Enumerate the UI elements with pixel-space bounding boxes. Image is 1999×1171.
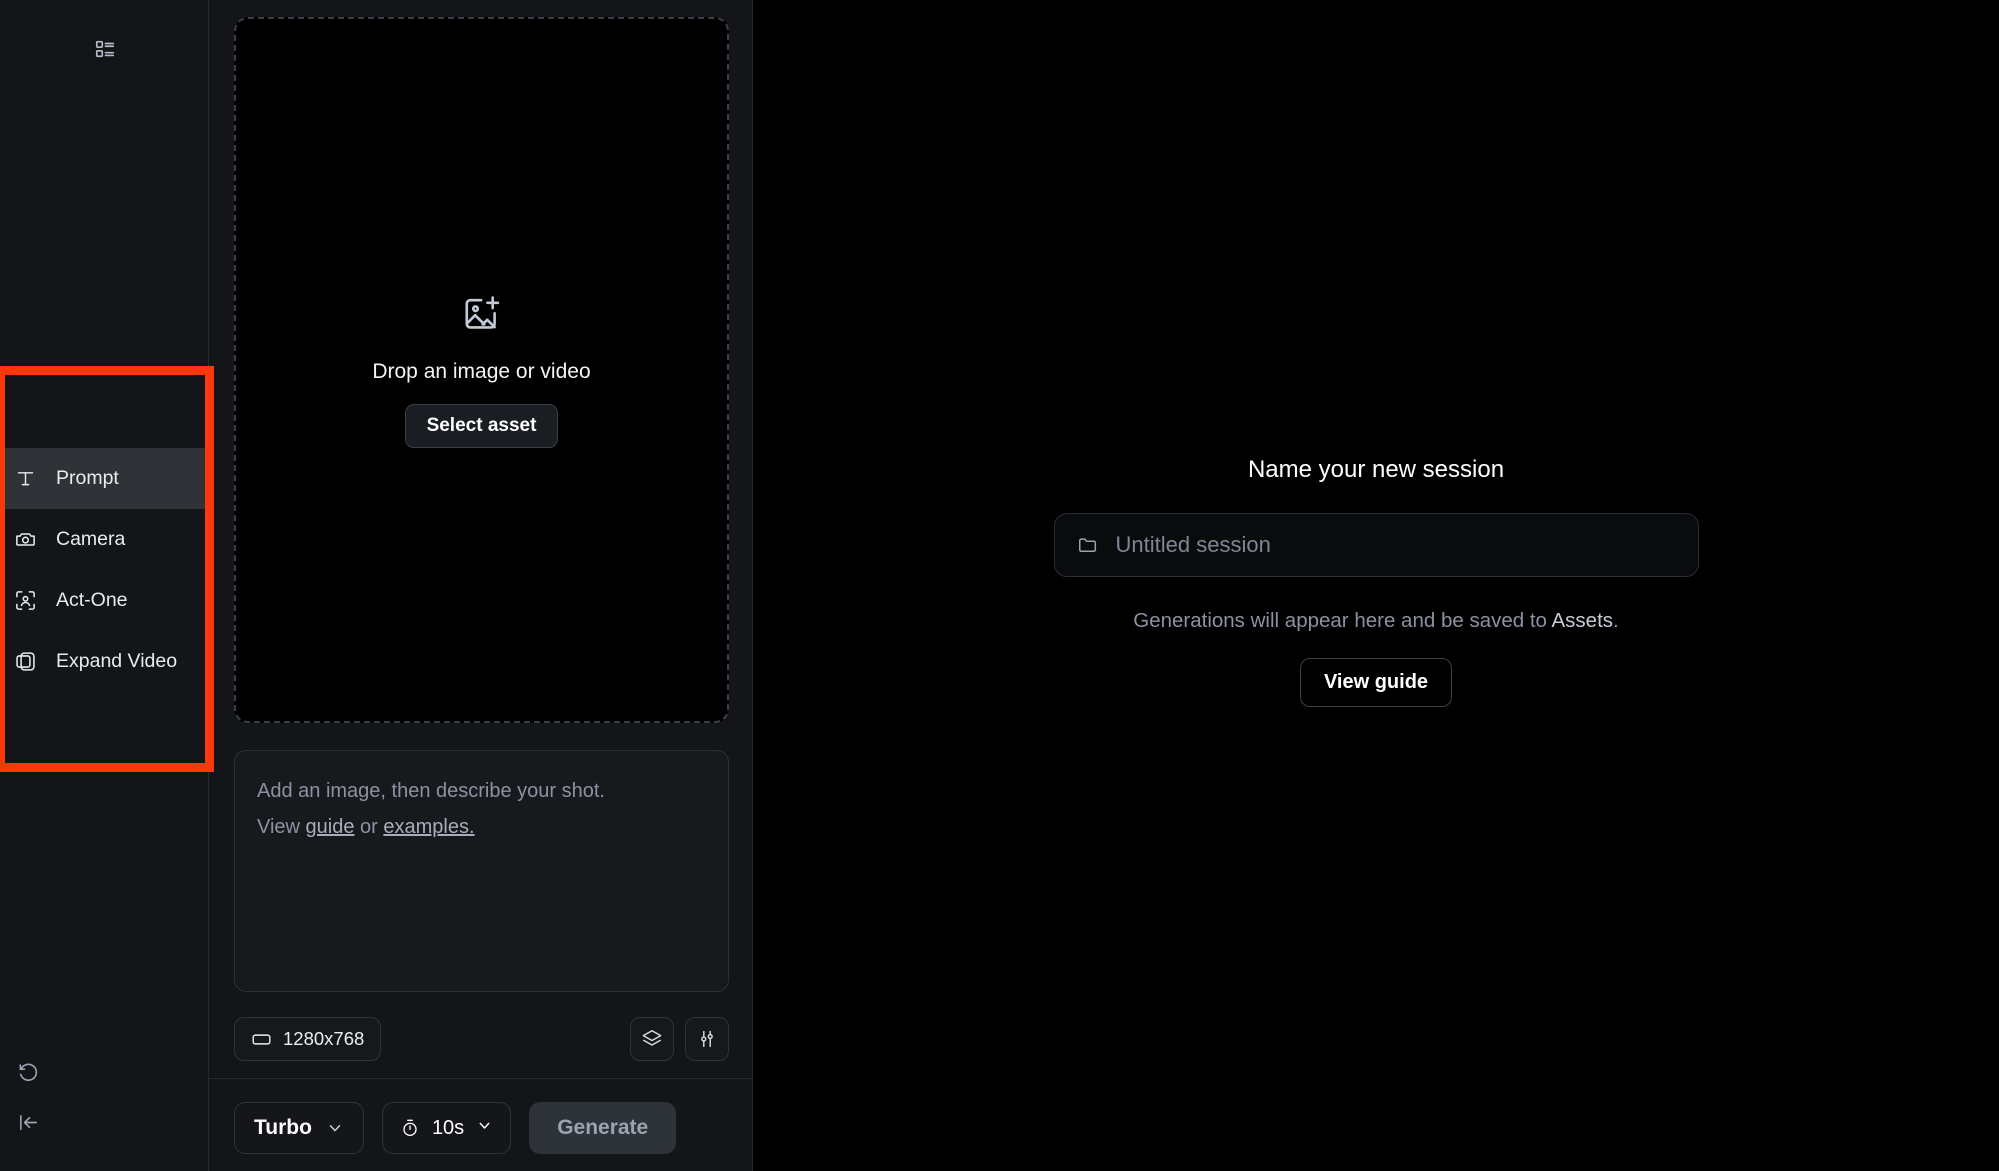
prompt-input[interactable]: Add an image, then describe your shot. V… xyxy=(234,750,729,992)
text-icon xyxy=(12,466,38,492)
sidebar-item-camera[interactable]: Camera xyxy=(0,509,209,570)
sidebar-item-act-one[interactable]: Act-One xyxy=(0,570,209,631)
rail-menu: Prompt Camera Act-One Expand Video xyxy=(0,374,209,692)
generate-button[interactable]: Generate xyxy=(529,1102,677,1154)
session-name-input[interactable] xyxy=(1115,532,1676,558)
sidebar-item-prompt[interactable]: Prompt xyxy=(0,448,209,509)
asset-dropzone[interactable]: Drop an image or video Select asset xyxy=(234,17,729,723)
sidebar-item-label: Act-One xyxy=(56,589,128,611)
folder-icon xyxy=(1077,534,1099,556)
assets-link[interactable]: Assets xyxy=(1552,609,1614,632)
dropzone-label: Drop an image or video xyxy=(372,359,591,383)
chevron-down-icon xyxy=(326,1119,344,1137)
collapse-panel-icon[interactable] xyxy=(2,1097,54,1147)
prompt-view-text: View xyxy=(257,816,306,838)
chevron-down-icon xyxy=(476,1117,493,1140)
generate-bar: Turbo 10s Generate xyxy=(234,1102,677,1154)
sidebar-item-label: Expand Video xyxy=(56,650,178,672)
session-note-suffix: . xyxy=(1613,609,1619,632)
session-title: Name your new session xyxy=(1247,456,1505,483)
composer-options-row: 1280x768 xyxy=(234,1017,729,1061)
session-panel-inner: Name your new session Generations will a… xyxy=(1053,456,1699,707)
prompt-placeholder-line2: View guide or examples. xyxy=(257,809,706,845)
resolution-selector[interactable]: 1280x768 xyxy=(234,1017,382,1061)
sliders-icon[interactable] xyxy=(685,1017,729,1061)
sidebar-item-label: Camera xyxy=(56,528,126,550)
duration-selector[interactable]: 10s xyxy=(381,1102,512,1154)
composer-divider xyxy=(209,1078,753,1079)
prompt-or-text: or xyxy=(354,816,384,838)
model-label: Turbo xyxy=(254,1116,312,1139)
guide-link[interactable]: guide xyxy=(306,816,355,838)
rail-menu-spacer xyxy=(0,374,209,448)
layers-icon[interactable] xyxy=(630,1017,674,1061)
duration-label: 10s xyxy=(431,1116,465,1139)
rail-bottom-section xyxy=(0,1047,209,1147)
view-guide-button[interactable]: View guide xyxy=(1299,658,1453,707)
aspect-ratio-icon xyxy=(251,1029,272,1050)
expand-video-icon xyxy=(12,649,38,675)
composer-panel: Drop an image or video Select asset Add … xyxy=(209,0,753,1171)
sidebar-item-label: Prompt xyxy=(56,467,119,489)
select-asset-button[interactable]: Select asset xyxy=(404,403,559,448)
image-plus-icon xyxy=(461,293,503,340)
face-scan-icon xyxy=(12,588,38,614)
stopwatch-icon xyxy=(400,1118,420,1138)
model-selector[interactable]: Turbo xyxy=(234,1102,364,1154)
prompt-placeholder-line1: Add an image, then describe your shot. xyxy=(257,780,605,802)
session-note-prefix: Generations will appear here and be save… xyxy=(1133,609,1552,632)
resolution-label: 1280x768 xyxy=(283,1028,365,1049)
examples-link[interactable]: examples. xyxy=(383,816,474,838)
session-panel: Name your new session Generations will a… xyxy=(753,0,1999,1171)
rail-top-section xyxy=(0,28,209,70)
sidebar-item-expand-video[interactable]: Expand Video xyxy=(0,631,209,692)
session-name-field[interactable] xyxy=(1053,513,1699,577)
history-icon[interactable] xyxy=(2,1047,54,1097)
camera-icon xyxy=(12,527,38,553)
list-view-icon[interactable] xyxy=(84,28,126,70)
left-rail: Prompt Camera Act-One Expand Video xyxy=(0,0,214,1171)
app-root: Prompt Camera Act-One Expand Video Drop … xyxy=(0,0,1999,1171)
session-note: Generations will appear here and be save… xyxy=(1133,609,1618,633)
